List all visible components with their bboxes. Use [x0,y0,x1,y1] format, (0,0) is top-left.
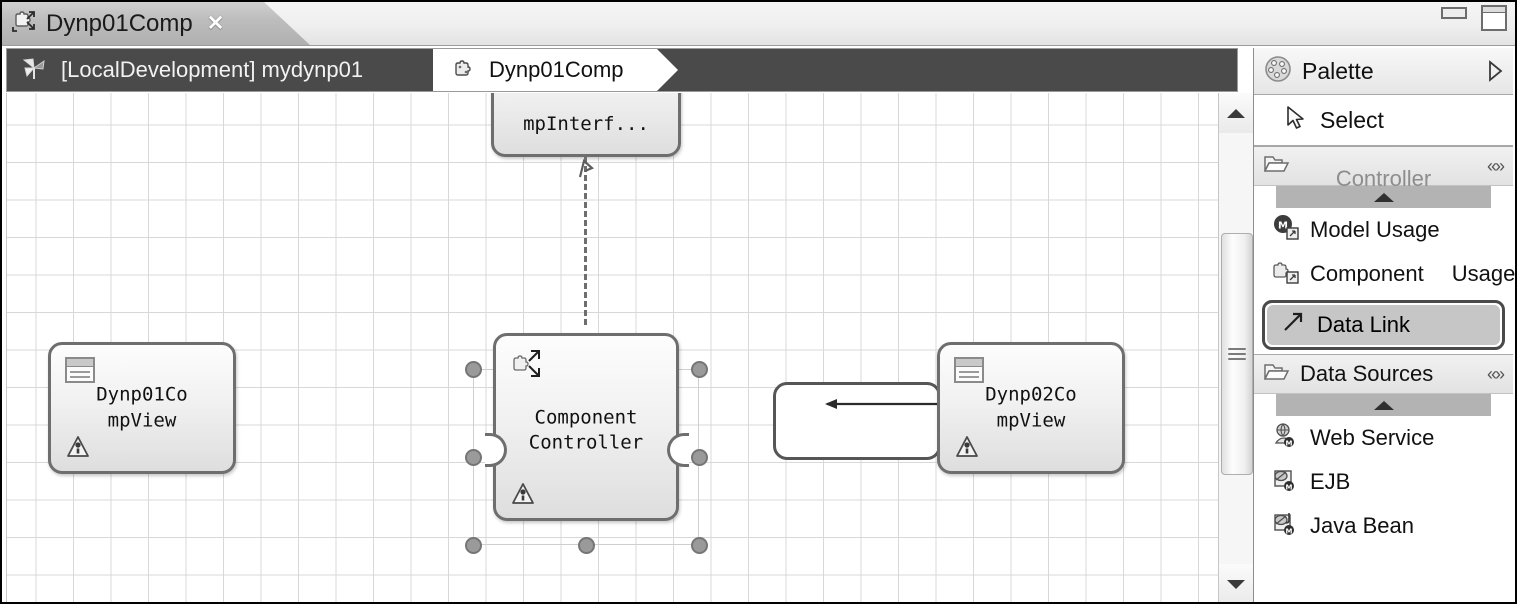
warning-icon [510,482,536,506]
svg-text:M: M [1286,528,1293,536]
palette-scroll-up-bar[interactable]: Controller [1276,166,1491,208]
selection-handle-sw[interactable] [465,537,482,554]
chevron-up-icon [1227,108,1245,118]
ejb-icon: M [1272,465,1300,499]
minimize-button[interactable] [1441,7,1467,19]
web-service-icon: M [1272,421,1300,455]
selection-handle-nw[interactable] [465,361,482,378]
editor-tab-dynp01comp[interactable]: Dynp01Comp ✕ [2,2,264,45]
pinwheel-icon [21,55,47,86]
component-arrows-icon [510,348,544,378]
chevron-up-icon [1373,192,1394,202]
scroll-up-button[interactable] [1219,93,1253,133]
scroll-down-button[interactable] [1219,564,1253,602]
scrollbar-thumb[interactable] [1221,233,1253,475]
palette-item-web-service-label: Web Service [1310,425,1435,451]
breadcrumb-item-component[interactable]: Dynp01Comp [433,49,657,91]
chevron-down-icon [1227,579,1245,589]
palette-item-data-link-inner: Data Link [1267,305,1500,345]
palette-item-java-bean[interactable]: M Java Bean [1254,504,1513,548]
selection-handle-e[interactable] [691,449,708,466]
selection-handle-w[interactable] [465,449,482,466]
component-puzzle-icon [451,55,477,86]
model-usage-icon: M [1272,213,1300,247]
diagram-canvas[interactable]: mpInterf... Dynp01Co mpView Component Co… [6,93,1218,602]
diagram-node-dynp02compview-label: Dynp02Co mpView [985,383,1077,431]
breadcrumb-label-component: Dynp01Comp [489,57,624,82]
view-window-icon [954,357,984,383]
palette-item-web-service[interactable]: M Web Service [1254,416,1513,460]
diagram-node-component-controller[interactable]: Component Controller [493,333,679,521]
palette-group-data-sources-title: Data Sources [1300,361,1434,386]
palette-item-data-link[interactable]: Data Link [1262,300,1505,350]
palette-header[interactable]: Palette [1254,48,1513,95]
palette-clipped-label: Controller [1335,166,1432,186]
chevron-right-icon[interactable] [1487,60,1503,82]
editor-area: [LocalDevelopment] mydynp01 Dynp01Comp m… [4,48,1253,602]
palette-group-data-sources-header[interactable]: Data Sources «» [1254,354,1513,394]
collapse-icon[interactable]: «» [1487,364,1505,385]
breadcrumb: [LocalDevelopment] mydynp01 Dynp01Comp [6,48,1238,92]
palette-group-data-sources: Data Sources «» M Web Service M EJB M Ja… [1254,354,1513,548]
palette-item-ejb-label: EJB [1310,469,1351,495]
folder-open-icon [1263,362,1290,387]
breadcrumb-item-project[interactable]: [LocalDevelopment] mydynp01 [7,49,427,91]
palette-icon [1264,55,1292,88]
tab-content: Dynp01Comp ✕ [2,2,224,45]
palette-item-model-usage-label: Model Usage [1310,217,1440,243]
window-controls [1441,5,1507,31]
editor-tab-strip: Dynp01Comp ✕ [2,2,1515,46]
palette-item-component-usage-label: Component [1310,261,1424,287]
diagram-node-interface-label: mpInterf... [523,113,649,136]
palette-item-select-label: Select [1320,106,1384,133]
eclipse-component-editor-window: Dynp01Comp ✕ [LocalDevelopment] mydynp01… [0,0,1517,604]
view-window-icon [65,357,95,383]
diagram-node-dynp02compview[interactable]: Dynp02Co mpView [937,342,1125,474]
editor-tab-label: Dynp01Comp [46,9,193,37]
palette-group-controller: «» Controller M Model Usage Component Us… [1254,146,1516,350]
diagram-node-interface[interactable]: mpInterf... [491,93,681,157]
close-icon[interactable]: ✕ [207,13,225,34]
selection-handle-s[interactable] [578,537,595,554]
svg-text:M: M [1286,440,1293,448]
java-bean-icon: M [1272,509,1300,543]
warning-icon [65,435,91,459]
scrollbar-grip-icon [1228,348,1246,360]
warning-icon [954,435,980,459]
palette-item-data-link-label: Data Link [1317,312,1410,337]
svg-text:M: M [1286,484,1293,492]
realization-arrow-icon [578,158,595,178]
selection-handle-se[interactable] [691,537,708,554]
chevron-up-icon [1373,400,1394,410]
diagram-node-component-controller-label: Component Controller [528,405,644,454]
component-usage-icon [1272,257,1300,291]
palette-item-ejb[interactable]: M EJB [1254,460,1513,504]
palette-item-java-bean-label: Java Bean [1310,513,1414,539]
data-link-arrow-icon [825,399,939,409]
palette-scroll-up-bar-2[interactable] [1276,394,1491,416]
canvas-vertical-scrollbar[interactable] [1218,93,1253,602]
palette-item-model-usage[interactable]: M Model Usage [1254,208,1513,252]
component-icon [10,7,38,40]
data-link-arrow-icon [1281,310,1305,340]
selection-handle-ne[interactable] [691,361,708,378]
palette-title: Palette [1302,57,1374,84]
palette-item-component-usage[interactable]: Component Usage [1254,252,1516,296]
cursor-arrow-icon [1284,105,1308,136]
palette-panel: Palette Select «» Controller M Model Usa… [1253,48,1516,602]
breadcrumb-label-project: [LocalDevelopment] mydynp01 [61,57,364,82]
maximize-button[interactable] [1481,5,1507,31]
diagram-node-dynp01compview[interactable]: Dynp01Co mpView [48,342,236,474]
palette-item-select[interactable]: Select [1254,95,1513,146]
palette-item-component-usage-label-line2: Usage [1451,261,1516,286]
diagram-node-dynp01compview-label: Dynp01Co mpView [96,383,188,431]
